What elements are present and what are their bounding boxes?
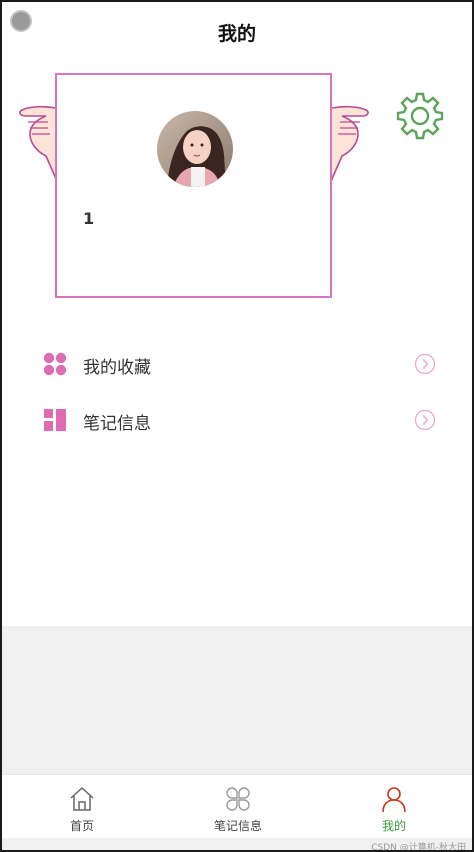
clover-icon: [226, 787, 250, 811]
tab-home[interactable]: 首页: [4, 775, 160, 839]
profile-card: 1: [55, 73, 332, 298]
home-icon: [70, 786, 94, 811]
person-icon: [382, 787, 406, 813]
chevron-right-icon: [414, 409, 436, 431]
username-text: 1: [83, 209, 95, 228]
menu-item-favorites[interactable]: 我的收藏: [40, 344, 440, 384]
bottom-tab-bar: 首页 笔记信息 我的: [2, 774, 472, 838]
phone-screen: 我的 1 我的收藏 笔记信息 首页 笔记信息 我的 CSDN @计算机-秋大田: [2, 2, 472, 850]
tab-label: 我的: [381, 819, 406, 833]
avatar-image: [157, 111, 233, 187]
chevron-right-icon: [414, 353, 436, 375]
avatar[interactable]: [157, 111, 233, 187]
four-dots-icon: [43, 352, 67, 376]
tab-notes[interactable]: 笔记信息: [160, 775, 316, 839]
gear-icon[interactable]: [394, 90, 446, 142]
profile-page: 我的 1 我的收藏 笔记信息: [2, 2, 472, 626]
tab-mine[interactable]: 我的: [316, 775, 472, 839]
menu-item-label: 笔记信息: [83, 414, 151, 434]
page-title: 我的: [217, 23, 256, 45]
menu-item-label: 我的收藏: [83, 358, 151, 378]
watermark-text: CSDN @计算机-秋大田: [371, 843, 466, 850]
tab-label: 首页: [69, 819, 94, 833]
menu-item-notes[interactable]: 笔记信息: [40, 400, 440, 440]
tab-label: 笔记信息: [213, 819, 262, 833]
grid-icon: [44, 409, 66, 431]
